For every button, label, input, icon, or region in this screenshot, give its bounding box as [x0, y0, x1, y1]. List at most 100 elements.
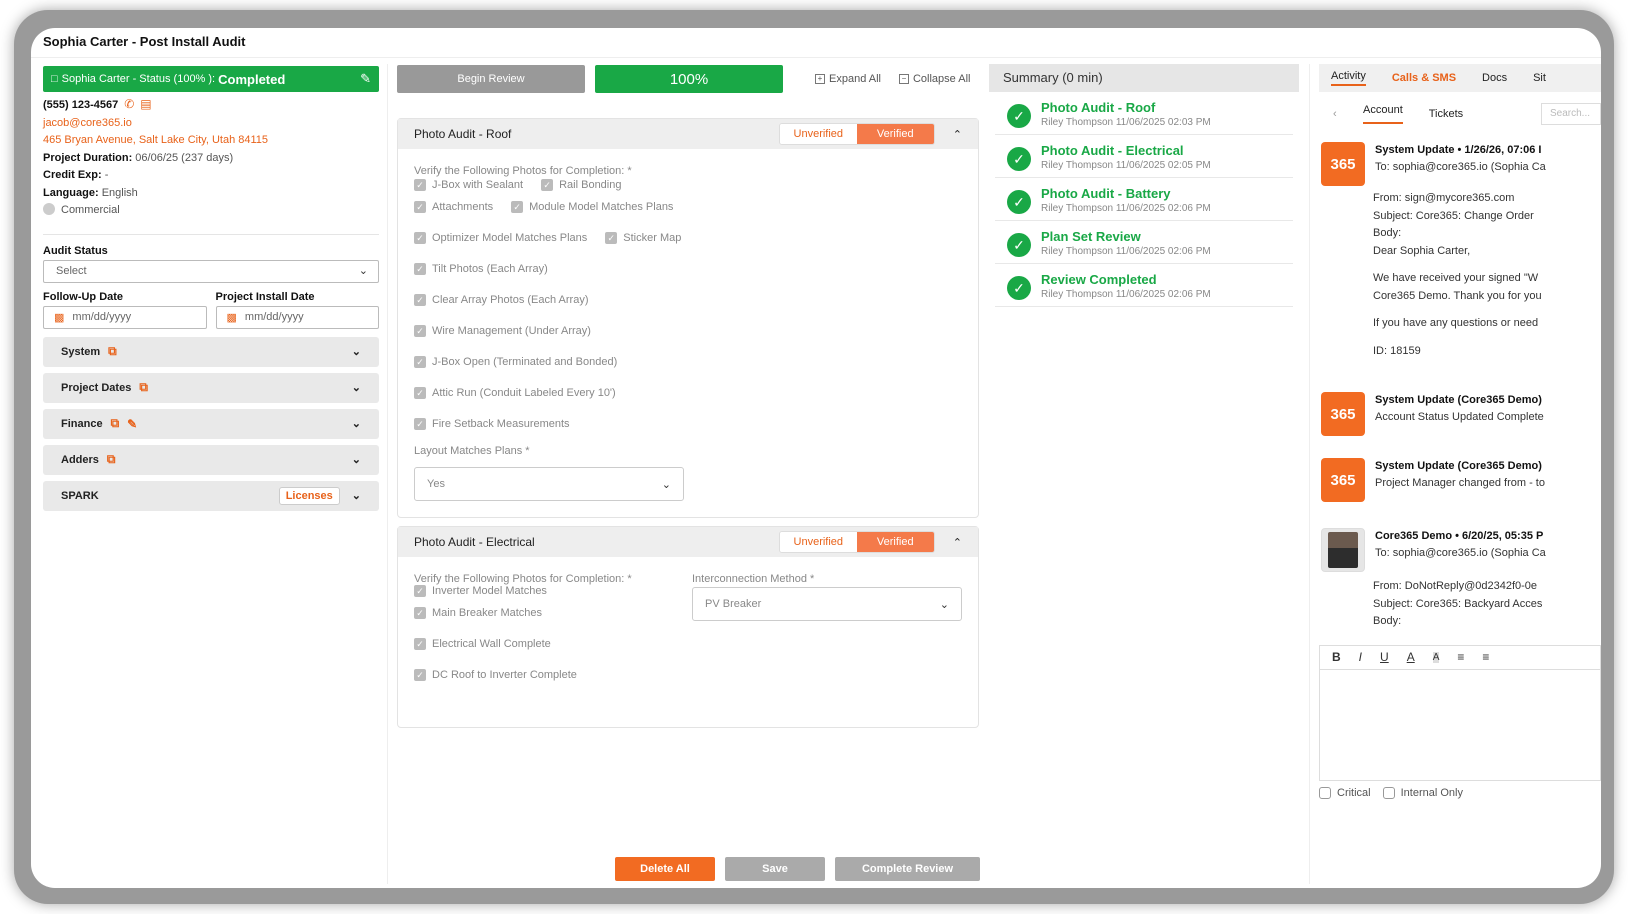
reply-editor[interactable]: B I U A A ≡ ≡: [1319, 644, 1601, 781]
photo-checkbox[interactable]: ✓ J-Box with Sealant: [414, 179, 523, 191]
status-bar[interactable]: □ Sophia Carter - Status (100% ): Comple…: [43, 66, 379, 92]
chevron-up-icon[interactable]: ⌃: [953, 536, 962, 549]
verify-toggle[interactable]: Unverified Verified: [778, 531, 935, 553]
commercial-check-icon[interactable]: [43, 203, 55, 215]
photo-checkbox[interactable]: ✓ Clear Array Photos (Each Array): [414, 293, 589, 306]
font-color-icon[interactable]: A: [1407, 650, 1415, 664]
photo-checkbox[interactable]: ✓ Sticker Map: [605, 231, 681, 244]
check-icon: ✓: [414, 200, 426, 213]
summary-item[interactable]: ✓ Plan Set Review Riley Thompson 11/06/202…: [995, 221, 1293, 264]
verified-option[interactable]: Verified: [856, 124, 934, 144]
ordered-list-icon[interactable]: ≡: [1457, 650, 1464, 664]
audit-status-value: Select: [56, 264, 87, 277]
activity-item[interactable]: 365 System Update (Core365 Demo) Project …: [1319, 448, 1601, 502]
checkbox-label: J-Box with Sealant: [432, 179, 524, 191]
photo-checkbox[interactable]: ✓ Main Breaker Matches: [414, 606, 543, 619]
checklist-row: ✓ J-Box with Sealant ✓ Rail Bonding: [414, 179, 962, 191]
subtab-tickets[interactable]: Tickets: [1429, 108, 1463, 120]
licenses-button[interactable]: Licenses: [278, 486, 340, 505]
checkbox-label: Main Breaker Matches: [432, 606, 543, 619]
photo-checkbox[interactable]: ✓ Attachments: [414, 200, 493, 213]
begin-review-button[interactable]: Begin Review: [397, 65, 585, 93]
summary-item[interactable]: ✓ Photo Audit - Roof Riley Thompson 11/06/…: [995, 92, 1293, 135]
checklist-row: ✓ J-Box Open (Terminated and Bonded): [414, 346, 962, 377]
photo-checkbox[interactable]: ✓ Rail Bonding: [541, 179, 621, 191]
photo-checkbox[interactable]: ✓ J-Box Open (Terminated and Bonded): [414, 355, 617, 368]
pencil-icon[interactable]: ✎: [127, 417, 137, 431]
activity-item[interactable]: Core365 Demo • 6/20/25, 05:35 P To: sophi…: [1319, 518, 1601, 572]
email-link[interactable]: jacob@core365.io: [43, 115, 379, 133]
section-finance[interactable]: Finance ⧉ ✎ ⌄: [43, 408, 379, 439]
audit-status-label: Audit Status: [43, 244, 108, 257]
photo-checkbox[interactable]: ✓ DC Roof to Inverter Complete: [414, 668, 577, 681]
bold-icon[interactable]: B: [1332, 650, 1341, 664]
photo-checkbox[interactable]: ✓ Electrical Wall Complete: [414, 637, 551, 650]
edit-icon[interactable]: ✎: [360, 71, 371, 87]
phone[interactable]: (555) 123-4567: [43, 99, 118, 111]
photo-checkbox[interactable]: ✓ Fire Setback Measurements: [414, 417, 570, 430]
search-input[interactable]: Search...: [1541, 103, 1601, 125]
verify-label: Verify the Following Photos for Completi…: [414, 165, 632, 177]
activity-item[interactable]: 365 System Update • 1/26/26, 07:06 I To: …: [1319, 132, 1601, 186]
critical-checkbox[interactable]: [1319, 786, 1331, 799]
complete-review-button[interactable]: Complete Review: [835, 857, 980, 881]
italic-icon[interactable]: I: [1359, 650, 1362, 664]
critical-label: Critical: [1337, 786, 1371, 799]
external-link-icon[interactable]: ⧉: [108, 344, 117, 359]
address-link[interactable]: 465 Bryan Avenue, Salt Lake City, Utah 8…: [43, 132, 379, 150]
check-icon: ✓: [414, 668, 426, 681]
save-button[interactable]: Save: [725, 857, 825, 881]
summary-item[interactable]: ✓ Photo Audit - Battery Riley Thompson 11/…: [995, 178, 1293, 221]
language-label: Language:: [43, 186, 99, 199]
expand-all-button[interactable]: + Expand All: [815, 73, 881, 85]
collapse-all-button[interactable]: − Collapse All: [898, 73, 970, 85]
tab-docs[interactable]: Docs: [1482, 72, 1507, 84]
interconnect-select[interactable]: PV Breaker ⌄: [692, 587, 962, 621]
internal-checkbox[interactable]: [1382, 786, 1395, 799]
chevron-left-icon[interactable]: ‹: [1333, 108, 1363, 120]
activity-title: Core365 Demo • 6/20/25, 05:35 P: [1375, 530, 1544, 542]
photo-checkbox[interactable]: ✓ Attic Run (Conduit Labeled Every 10'): [414, 386, 616, 399]
phone-icon[interactable]: ✆: [124, 97, 134, 111]
section-system[interactable]: System ⧉ ⌄: [43, 336, 379, 367]
verified-option[interactable]: Verified: [856, 532, 934, 552]
language-value: English: [101, 186, 138, 199]
install-placeholder: mm/dd/yyyy: [244, 311, 304, 323]
summary-item-title: Review Completed: [1041, 272, 1157, 287]
photo-checkbox[interactable]: ✓ Optimizer Model Matches Plans: [414, 231, 587, 244]
photo-checkbox[interactable]: ✓ Tilt Photos (Each Array): [414, 262, 548, 275]
highlight-icon[interactable]: A: [1432, 651, 1440, 663]
chevron-up-icon[interactable]: ⌃: [953, 128, 962, 141]
external-link-icon[interactable]: ⧉: [111, 416, 120, 431]
message-icon[interactable]: ▤: [140, 97, 151, 111]
tab-activity[interactable]: Activity: [1331, 70, 1366, 86]
verify-toggle[interactable]: Unverified Verified: [778, 123, 935, 145]
section-spark[interactable]: SPARK Licenses ⌄: [43, 480, 379, 511]
photo-checkbox[interactable]: ✓ Inverter Model Matches: [414, 585, 547, 597]
followup-date-input[interactable]: ▩ mm/dd/yyyy: [43, 305, 207, 329]
photo-checkbox[interactable]: ✓ Wire Management (Under Array): [414, 324, 591, 337]
section-adders[interactable]: Adders ⧉ ⌄: [43, 444, 379, 475]
section-project-dates[interactable]: Project Dates ⧉ ⌄: [43, 372, 379, 403]
external-link-icon[interactable]: ⧉: [107, 452, 116, 467]
message-line: ID: 18159: [1373, 344, 1421, 357]
credit-label: Credit Exp:: [43, 169, 102, 181]
install-date-input[interactable]: ▩ mm/dd/yyyy: [215, 305, 379, 329]
activity-item[interactable]: 365 System Update (Core365 Demo) Account …: [1319, 382, 1601, 436]
unverified-option[interactable]: Unverified: [779, 532, 857, 552]
unverified-option[interactable]: Unverified: [779, 124, 857, 144]
delete-all-button[interactable]: Delete All: [615, 857, 715, 881]
tab-calls-sms[interactable]: Calls & SMS: [1392, 72, 1456, 84]
summary-item[interactable]: ✓ Photo Audit - Electrical Riley Thompson …: [995, 135, 1293, 178]
underline-icon[interactable]: U: [1380, 650, 1389, 664]
tab-site[interactable]: Sit: [1533, 72, 1546, 84]
audit-status-select[interactable]: Select ⌄: [43, 259, 379, 283]
activity-sub: Account Status Updated Complete: [1375, 411, 1544, 423]
summary-item[interactable]: ✓ Review Completed Riley Thompson 11/06/20…: [995, 264, 1293, 307]
layout-select[interactable]: Yes ⌄: [414, 467, 684, 501]
bullet-list-icon[interactable]: ≡: [1482, 650, 1489, 664]
subtab-account[interactable]: Account: [1363, 104, 1403, 124]
status-value: Completed: [218, 71, 286, 87]
photo-checkbox[interactable]: ✓ Module Model Matches Plans: [511, 200, 673, 213]
external-link-icon[interactable]: ⧉: [139, 380, 148, 395]
